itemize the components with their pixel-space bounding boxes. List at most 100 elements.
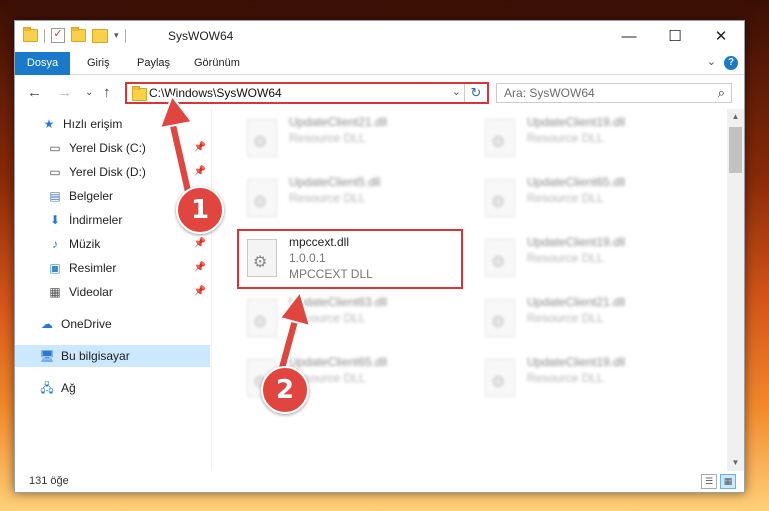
minimize-button[interactable]: — — [606, 21, 652, 51]
search-placeholder: Ara: SysWOW64 — [504, 86, 595, 100]
dll-file-icon — [485, 359, 515, 397]
dll-file-icon — [247, 239, 277, 277]
file-item[interactable]: UpdateClient63.dll Resource DLL — [239, 291, 464, 347]
step-1-badge: 1 — [176, 186, 224, 234]
music-icon: ♪ — [52, 237, 58, 251]
tiles-view-icon[interactable]: ▦ — [720, 474, 736, 489]
dll-file-icon — [247, 299, 277, 337]
scroll-thumb[interactable] — [729, 127, 742, 173]
vertical-scrollbar[interactable]: ▲ ▼ — [727, 109, 744, 471]
drive-icon: ▭ — [49, 165, 61, 179]
toolbar-dropdown-icon[interactable]: ▾ — [114, 30, 119, 41]
file-description: Resource DLL — [527, 371, 604, 385]
pin-icon[interactable]: 📌 — [194, 142, 206, 153]
separator — [124, 28, 126, 43]
explorer-window: ✓ ▾ SysWOW64 — ☐ ✕ Dosya Giriş Paylaş Gö… — [14, 20, 745, 493]
new-folder-icon[interactable] — [71, 27, 86, 42]
sidebar-item-onedrive[interactable]: ☁ OneDrive — [15, 313, 210, 335]
sidebar-item-label: Resimler — [69, 261, 117, 275]
file-item[interactable]: UpdateClient19.dll Resource DLL — [477, 231, 702, 287]
sidebar-item-network[interactable]: 🖧 Ağ — [15, 377, 210, 399]
tab-view[interactable]: Görünüm — [194, 52, 240, 74]
sidebar-item-label: Belgeler — [69, 189, 114, 203]
dll-file-icon — [247, 179, 277, 217]
pin-icon[interactable]: 📌 — [194, 286, 206, 297]
sidebar-item-label: Yerel Disk (C:) — [69, 141, 146, 155]
sidebar-item-drive-c[interactable]: ▭ Yerel Disk (C:) 📌 — [15, 137, 210, 159]
file-item[interactable]: UpdateClient19.dll Resource DLL — [477, 351, 702, 407]
dll-file-icon — [485, 119, 515, 157]
scroll-down-icon[interactable]: ▼ — [727, 455, 744, 471]
refresh-icon[interactable]: ↻ — [464, 84, 487, 102]
sidebar-item-label: Bu bilgisayar — [61, 349, 130, 363]
ribbon-tabs: Dosya Giriş Paylaş Görünüm ⌄ ? — [15, 52, 744, 108]
sidebar-item-label: OneDrive — [61, 317, 112, 331]
navigation-bar: ← → ⌄ ↑ C:\Windows\SysWOW64 ⌄ ↻ Ara: Sys… — [15, 75, 744, 111]
file-description: Resource DLL — [527, 251, 604, 265]
sidebar-item-label: İndirmeler — [69, 213, 123, 227]
quick-access-toolbar: ✓ ▾ — [23, 27, 126, 43]
file-version: 1.0.0.1 — [289, 251, 326, 265]
search-icon[interactable]: ⌕ — [718, 85, 725, 101]
folder-icon — [132, 86, 147, 101]
expand-ribbon-icon[interactable]: ⌄ — [707, 55, 716, 68]
search-input[interactable]: Ara: SysWOW64 ⌕ — [496, 83, 732, 103]
pin-icon[interactable]: 📌 — [194, 166, 206, 177]
pin-icon[interactable]: 📌 — [194, 238, 206, 249]
dll-file-icon — [485, 239, 515, 277]
customize-toolbar-icon[interactable] — [92, 28, 108, 43]
properties-icon[interactable]: ✓ — [51, 28, 65, 43]
up-arrow-icon[interactable]: ↑ — [103, 84, 111, 101]
file-name: UpdateClient63.dll — [289, 295, 388, 309]
back-arrow-icon[interactable]: ← — [27, 84, 42, 101]
video-icon: ▦ — [49, 285, 61, 299]
file-item[interactable]: UpdateClient21.dll Resource DLL — [477, 291, 702, 347]
address-bar[interactable]: C:\Windows\SysWOW64 ⌄ ↻ — [125, 82, 489, 104]
tab-home[interactable]: Giriş — [87, 52, 110, 74]
download-icon: ⬇ — [49, 213, 61, 227]
folder-icon — [23, 27, 38, 42]
tab-share[interactable]: Paylaş — [137, 52, 170, 74]
pictures-icon: ▣ — [49, 261, 61, 275]
file-item-mpccext[interactable]: mpccext.dll 1.0.0.1 MPCCEXT DLL — [237, 229, 463, 289]
sidebar-item-quick-access[interactable]: ★ Hızlı erişim — [15, 113, 210, 135]
file-name: UpdateClient65.dll — [289, 355, 388, 369]
help-icon[interactable]: ? — [724, 56, 738, 70]
file-list: UpdateClient21.dll Resource DLL UpdateCl… — [225, 109, 725, 471]
sidebar-item-label: Ağ — [61, 381, 76, 395]
details-view-icon[interactable]: ☰ — [701, 474, 717, 489]
dll-file-icon — [485, 299, 515, 337]
sidebar-item-label: Hızlı erişim — [63, 117, 123, 131]
address-text[interactable]: C:\Windows\SysWOW64 — [149, 86, 282, 100]
file-item[interactable]: UpdateClient5.dll Resource DLL — [239, 171, 464, 227]
sidebar-item-videos[interactable]: ▦ Videolar 📌 — [15, 281, 210, 303]
pin-icon[interactable]: 📌 — [194, 262, 206, 273]
sidebar-item-drive-d[interactable]: ▭ Yerel Disk (D:) 📌 — [15, 161, 210, 183]
dll-file-icon — [485, 179, 515, 217]
pane-divider[interactable] — [211, 109, 212, 471]
sidebar-item-pictures[interactable]: ▣ Resimler 📌 — [15, 257, 210, 279]
chevron-down-icon[interactable]: ⌄ — [452, 85, 461, 98]
file-name: UpdateClient21.dll — [527, 295, 626, 309]
file-item[interactable]: UpdateClient65.dll Resource DLL — [477, 171, 702, 227]
navigation-pane: ★ Hızlı erişim ▭ Yerel Disk (C:) 📌 ▭ Yer… — [15, 109, 210, 471]
file-name: mpccext.dll — [289, 235, 350, 249]
separator — [44, 28, 45, 43]
sidebar-item-music[interactable]: ♪ Müzik 📌 — [15, 233, 210, 255]
sidebar-item-this-pc[interactable]: 🖥 Bu bilgisayar — [15, 345, 210, 367]
maximize-button[interactable]: ☐ — [652, 21, 698, 51]
scroll-up-icon[interactable]: ▲ — [727, 109, 744, 125]
computer-icon: 🖥 — [39, 349, 55, 363]
file-item[interactable]: UpdateClient21.dll Resource DLL — [239, 111, 464, 167]
forward-arrow-icon[interactable]: → — [57, 84, 72, 101]
sidebar-item-label: Müzik — [69, 237, 101, 251]
cloud-icon: ☁ — [41, 317, 53, 331]
file-item[interactable]: UpdateClient19.dll Resource DLL — [477, 111, 702, 167]
recent-locations-icon[interactable]: ⌄ — [85, 87, 93, 98]
file-description: Resource DLL — [289, 131, 366, 145]
sidebar-item-label: Yerel Disk (D:) — [69, 165, 146, 179]
view-buttons: ☰ ▦ — [701, 474, 736, 489]
item-count: 131 öğe — [29, 475, 69, 487]
close-button[interactable]: ✕ — [698, 21, 744, 51]
documents-icon: ▤ — [49, 189, 61, 203]
